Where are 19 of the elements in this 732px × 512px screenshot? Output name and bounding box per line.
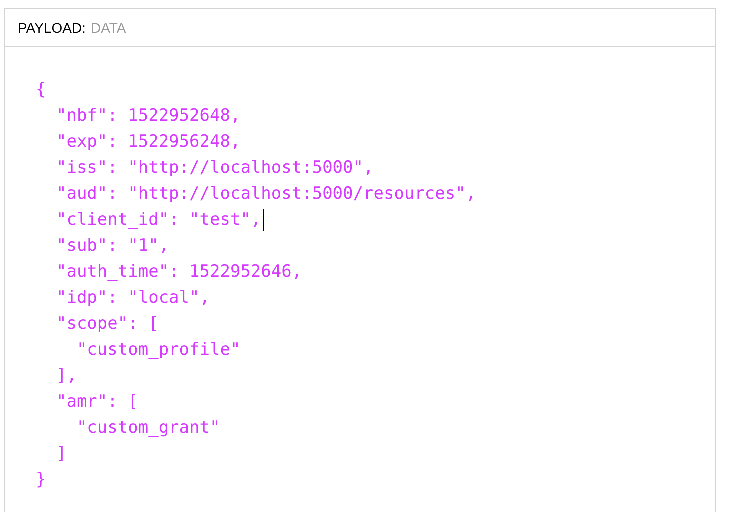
panel-subtitle: DATA <box>90 20 126 36</box>
code-line: "sub": "1", <box>55 235 170 258</box>
code-line: ] <box>55 443 67 466</box>
text-cursor <box>263 209 264 231</box>
code-line: "custom_profile" <box>76 339 241 362</box>
code-line: { <box>36 79 46 102</box>
code-line: "aud": "http://localhost:5000/resources", <box>55 183 476 206</box>
code-line: "iss": "http://localhost:5000", <box>55 157 374 180</box>
code-line: "idp": "local", <box>55 287 210 310</box>
code-line: "client_id": "test", <box>55 209 262 232</box>
code-line: "nbf": 1522952648, <box>55 105 241 128</box>
code-line: "auth_time": 1522952646, <box>55 261 302 284</box>
panel-title: PAYLOAD: <box>18 20 86 36</box>
code-line: ], <box>55 365 77 388</box>
code-line: "amr": [ <box>55 391 138 414</box>
code-line: } <box>36 469 46 492</box>
code-line: "exp": 1522956248, <box>55 131 241 154</box>
code-line: "custom_grant" <box>76 417 220 440</box>
code-line: "scope": [ <box>55 313 159 336</box>
